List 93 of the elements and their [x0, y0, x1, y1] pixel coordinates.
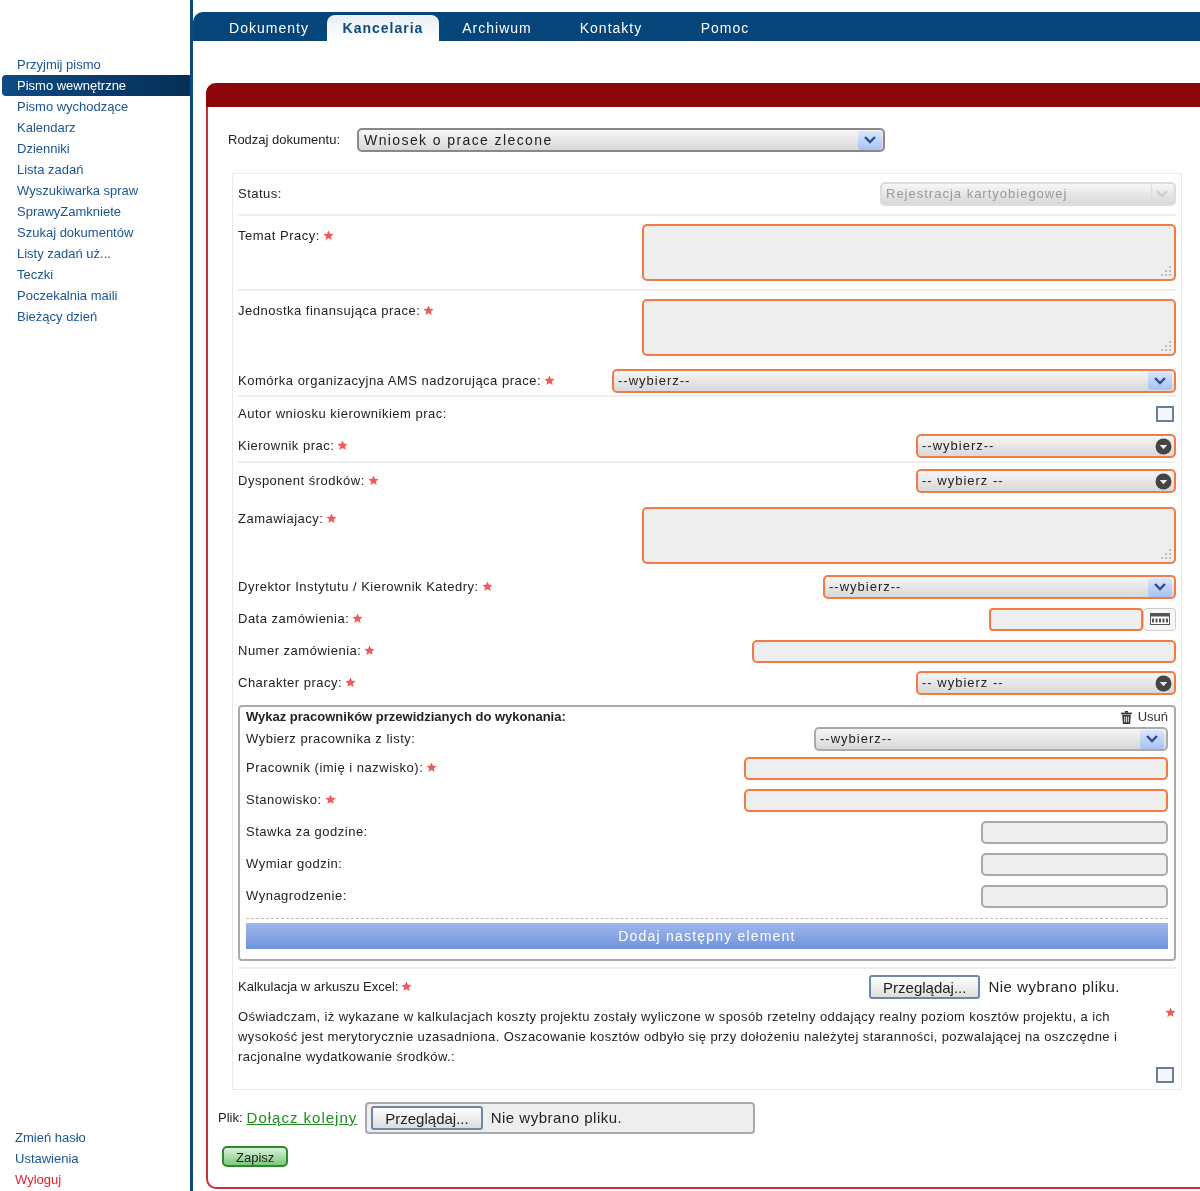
dropdown-field[interactable]: --wybierz--	[916, 434, 1176, 458]
sidebar-item[interactable]: Przyjmij pismo	[2, 54, 190, 75]
required-star-icon	[423, 305, 435, 316]
section-title: Wykaz pracowników przewidzianych do wykonania:	[246, 708, 566, 727]
field-label: Wybierz pracownika z listy:	[246, 730, 416, 749]
sidebar-item[interactable]: Kalendarz	[2, 117, 190, 138]
field-label: Dyrektor Instytutu / Kierownik Katedry:	[238, 577, 493, 597]
field-label: Autor wniosku kierownikiem prac:	[238, 405, 447, 424]
required-star-icon	[337, 440, 349, 452]
text-field[interactable]	[752, 639, 1176, 663]
required-star-icon	[426, 762, 438, 774]
text-field[interactable]	[981, 884, 1168, 908]
checkbox[interactable]	[1156, 1067, 1174, 1083]
browse-button[interactable]: Przeglądaj...	[371, 1106, 483, 1130]
dropdown-field[interactable]: --wybierz--	[814, 727, 1168, 751]
sidebar-link[interactable]: Ustawienia	[0, 1148, 190, 1169]
dropdown-field[interactable]: -- wybierz --	[916, 469, 1176, 493]
sidebar-item[interactable]: SprawyZamkniete	[2, 201, 190, 222]
sidebar-item[interactable]: Lista zadań	[2, 159, 190, 180]
calendar-icon[interactable]	[1143, 607, 1176, 631]
text-field[interactable]	[981, 852, 1168, 876]
text-field[interactable]	[744, 756, 1168, 780]
file-input[interactable]: Przeglądaj... Nie wybrano pliku.	[365, 1102, 756, 1134]
save-button[interactable]: Zapisz	[222, 1146, 289, 1167]
nav-tab[interactable]: Dokumenty	[213, 15, 325, 41]
resize-handle-icon	[1160, 265, 1172, 277]
checkbox[interactable]	[1156, 406, 1174, 422]
sidebar-item[interactable]: Dzienniki	[2, 138, 190, 159]
field-label: Data zamówienia:	[238, 609, 364, 629]
field-label: Wymiar godzin:	[246, 855, 343, 874]
field-label: Pracownik (imię i nazwisko):	[246, 758, 438, 778]
chevron-down-icon	[1148, 577, 1172, 597]
field-label: Kierownik prac:	[238, 436, 349, 456]
sidebar-item[interactable]: Pismo wychodzące	[2, 96, 190, 117]
chevron-down-icon	[858, 130, 882, 150]
nav-tab[interactable]: Pomoc	[669, 15, 781, 41]
text-field[interactable]	[744, 788, 1168, 812]
required-star-icon	[364, 645, 376, 657]
field-label: Jednostka finansująca prace:	[238, 301, 435, 321]
dropdown-field[interactable]: Wniosek o prace zlecone	[357, 128, 885, 152]
nav-tab[interactable]: Archiwum	[441, 15, 553, 41]
file-status: Nie wybrano pliku.	[988, 976, 1120, 997]
declaration-text: Oświadczam, iż wykazane w kalkulacjach koszty projektu zostały wyliczone w sposób rzetelny oddający realny poziom kosztów projektu, a ich wysokość jest merytorycznie uzasadniona. Oszacowanie kosztów odbyło się przy dołożeniu należytej staranności, pozwalającej na oszczędne i racjonalne wydatkowanie środków.:	[238, 1008, 1119, 1066]
required-star-icon	[326, 513, 338, 524]
sidebar-link[interactable]: Zmień hasło	[0, 1127, 190, 1148]
resize-handle-icon	[1160, 340, 1172, 352]
required-star-icon	[544, 374, 556, 386]
sidebar-item[interactable]: Poczekalnia maili	[2, 285, 190, 306]
required-star-icon	[345, 677, 357, 689]
sidebar-item[interactable]: Bieżący dzień	[2, 306, 190, 327]
chevron-down-icon	[1140, 729, 1164, 749]
field-label: Dysponent środków:	[238, 471, 379, 491]
sidebar-item[interactable]: Szukaj dokumentów	[2, 222, 190, 243]
field-label: Kalkulacja w arkuszu Excel:	[238, 977, 413, 997]
text-field[interactable]	[981, 820, 1168, 844]
remove-button[interactable]: Usuń	[1119, 707, 1168, 727]
file-label: Plik:	[218, 1109, 243, 1128]
field-label: Stawka za godzine:	[246, 823, 368, 842]
field-label: Status:	[238, 185, 282, 204]
field-label: Stanowisko:	[246, 790, 336, 810]
required-star-icon	[322, 230, 334, 241]
required-star-icon	[401, 981, 413, 993]
logout-link[interactable]: Wyloguj	[0, 1169, 190, 1190]
browse-button[interactable]: Przeglądaj...	[869, 975, 981, 999]
resize-handle-icon	[1160, 548, 1172, 560]
field-label: Komórka organizacyjna AMS nadzorująca prace:	[238, 370, 556, 391]
dropdown-field[interactable]: -- wybierz --	[916, 671, 1176, 695]
dropdown-field[interactable]: --wybierz--	[823, 575, 1176, 599]
required-star-icon	[481, 581, 493, 593]
field-label: Rodzaj dokumentu:	[228, 131, 340, 150]
date-field[interactable]	[989, 607, 1143, 631]
sidebar-item[interactable]: Listy zadań uż...	[2, 243, 190, 264]
text-area[interactable]	[642, 299, 1176, 356]
nav-tab[interactable]: Kancelaria	[327, 15, 439, 41]
required-star-icon	[324, 794, 336, 806]
chevron-down-icon	[1148, 371, 1172, 390]
sidebar-item[interactable]: Teczki	[2, 264, 190, 285]
nav-tab[interactable]: Kontakty	[555, 15, 667, 41]
required-star-icon	[352, 613, 364, 625]
text-area[interactable]	[642, 224, 1176, 281]
trash-icon	[1119, 710, 1133, 724]
text-area[interactable]	[642, 507, 1176, 564]
sidebar-item[interactable]: Wyszukiwarka spraw	[2, 180, 190, 201]
sidebar-item[interactable]: Pismo wewnętrzne	[2, 75, 190, 96]
dropdown-field[interactable]: --wybierz--	[612, 368, 1176, 393]
field-label: Zamawiajacy:	[238, 509, 338, 529]
field-label: Wynagrodzenie:	[246, 887, 347, 906]
field-label: Charakter pracy:	[238, 673, 357, 693]
field-label: Temat Pracy:	[238, 226, 334, 246]
add-file-link[interactable]: Dołącz kolejny	[246, 1106, 358, 1130]
required-star-icon	[1165, 1007, 1176, 1018]
required-star-icon	[367, 475, 379, 487]
field-label: Numer zamówienia:	[238, 641, 376, 661]
